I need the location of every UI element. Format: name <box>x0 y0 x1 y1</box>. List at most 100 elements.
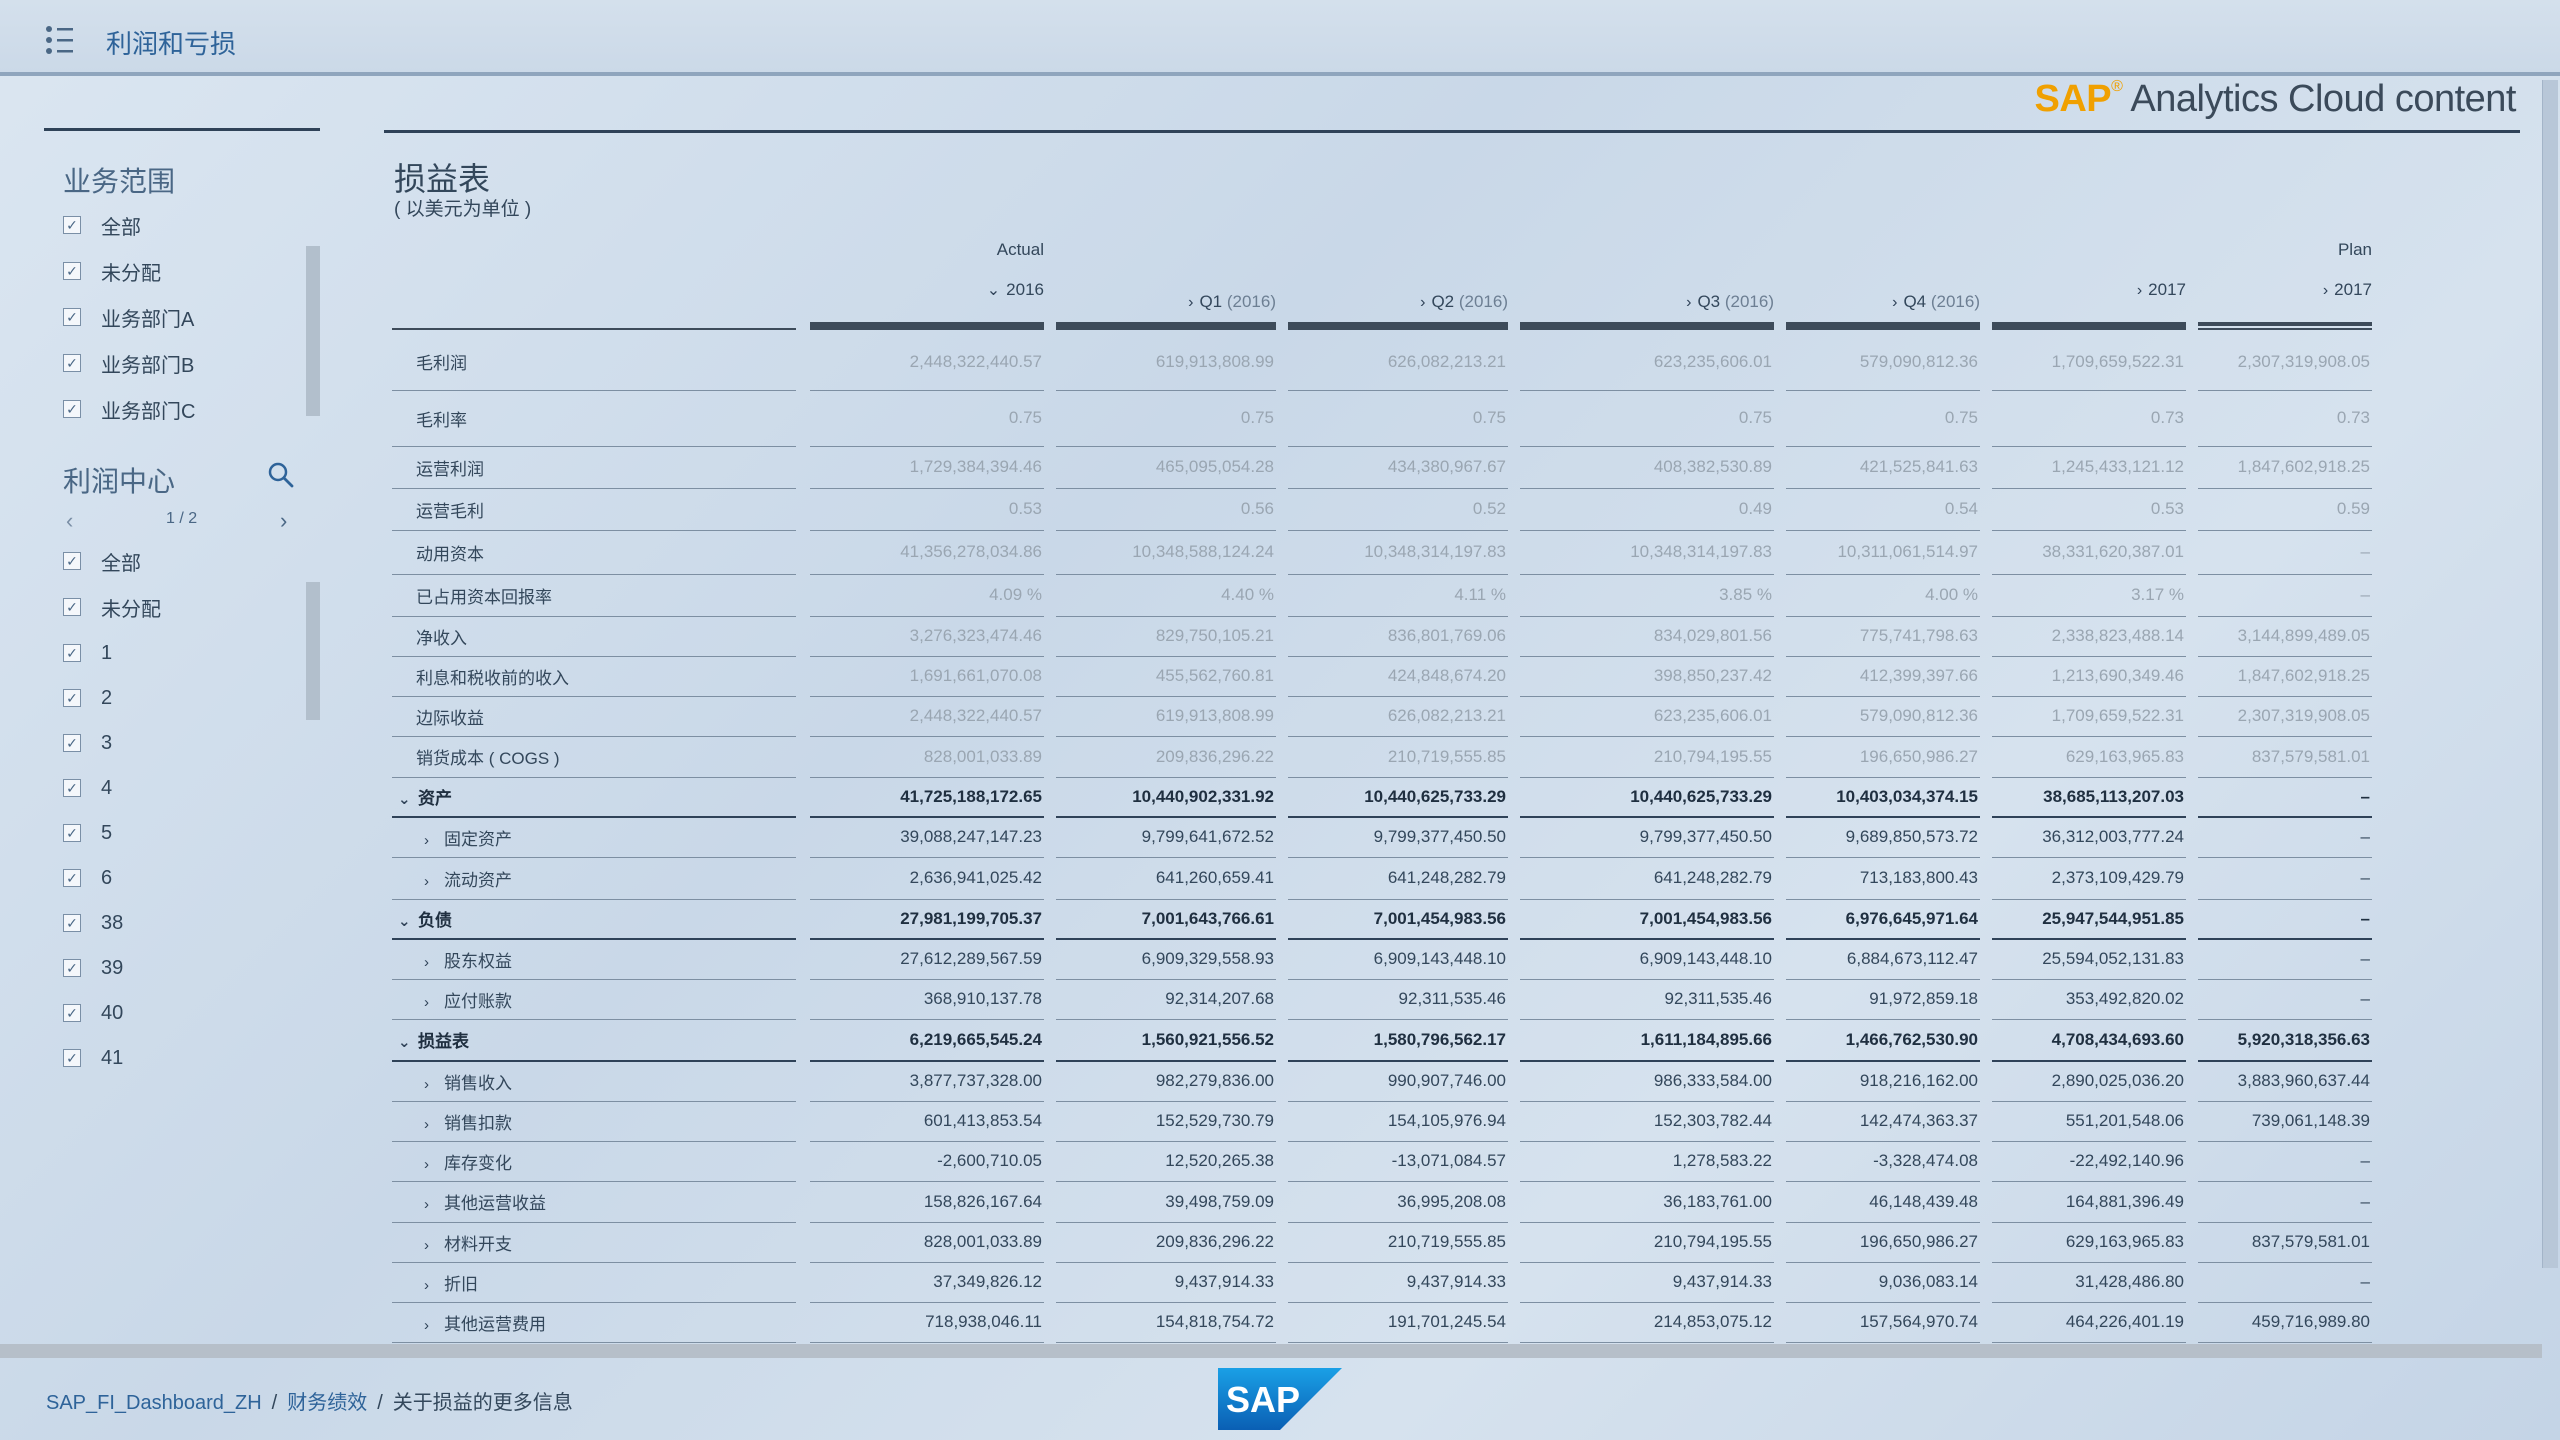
chevron-right-icon[interactable]: › <box>424 1317 444 1334</box>
column-header-q2-2016[interactable]: › Q2 (2016) <box>1288 292 1508 318</box>
search-icon[interactable] <box>266 460 296 490</box>
page-horizontal-scrollbar[interactable] <box>0 1344 2542 1358</box>
checkbox-checked-icon[interactable]: ✓ <box>63 308 81 326</box>
filter-item-label: 1 <box>101 641 113 664</box>
row-label-cell[interactable]: › 其他运营费用 <box>392 1302 796 1343</box>
chevron-right-icon[interactable]: › <box>1420 294 1425 311</box>
page-vertical-scrollbar[interactable] <box>2542 80 2558 1268</box>
profit-center-item-40[interactable]: ✓ 40 <box>63 998 123 1028</box>
checkbox-checked-icon[interactable]: ✓ <box>63 1004 81 1022</box>
row-label-cell[interactable]: › 材料开支 <box>392 1222 796 1263</box>
profit-center-item-38[interactable]: ✓ 38 <box>63 908 123 938</box>
checkbox-checked-icon[interactable]: ✓ <box>63 354 81 372</box>
chevron-right-icon[interactable]: › <box>424 1196 444 1213</box>
column-header-q4-2016[interactable]: › Q4 (2016) <box>1786 292 1980 318</box>
value-cell: 196,650,986.27 <box>1786 736 1980 778</box>
profit-center-item-41[interactable]: ✓ 41 <box>63 1043 123 1073</box>
checkbox-checked-icon[interactable]: ✓ <box>63 1049 81 1067</box>
row-label-cell[interactable]: ⌄ 负债 <box>392 899 796 940</box>
cell-gap <box>796 530 810 574</box>
row-label-cell[interactable]: ⌄ 损益表 <box>392 1019 796 1062</box>
breadcrumb-link-dashboard[interactable]: SAP_FI_Dashboard_ZH <box>46 1392 262 1414</box>
chevron-right-icon[interactable]: › <box>424 1237 444 1254</box>
business-scope-item-all[interactable]: ✓ 全部 <box>63 210 141 240</box>
business-scope-scrollbar[interactable] <box>306 246 320 416</box>
value-cell: 623,235,606.01 <box>1520 696 1774 737</box>
row-label-cell[interactable]: › 库存变化 <box>392 1141 796 1182</box>
value-cell: 353,492,820.02 <box>1992 979 2186 1020</box>
profit-center-item-4[interactable]: ✓ 4 <box>63 773 112 803</box>
row-label-cell[interactable]: › 应付账款 <box>392 979 796 1020</box>
checkbox-checked-icon[interactable]: ✓ <box>63 914 81 932</box>
chevron-right-icon[interactable]: › <box>1188 294 1193 311</box>
chevron-down-icon[interactable]: ⌄ <box>398 1033 418 1051</box>
chevron-right-icon[interactable]: › <box>424 873 444 890</box>
checkbox-checked-icon[interactable]: ✓ <box>63 734 81 752</box>
row-label-cell[interactable]: › 股东权益 <box>392 939 796 980</box>
profit-center-item-all[interactable]: ✓ 全部 <box>63 546 141 576</box>
row-label-cell[interactable]: › 其他运营收益 <box>392 1181 796 1223</box>
chevron-right-icon[interactable]: › <box>424 954 444 971</box>
checkbox-checked-icon[interactable]: ✓ <box>63 779 81 797</box>
checkbox-checked-icon[interactable]: ✓ <box>63 216 81 234</box>
checkbox-checked-icon[interactable]: ✓ <box>63 598 81 616</box>
menu-list-icon[interactable] <box>44 24 76 56</box>
column-header-2017-actual[interactable]: › 2017 <box>1992 280 2186 306</box>
chevron-right-icon[interactable]: › <box>1892 294 1897 311</box>
profit-center-item-3[interactable]: ✓ 3 <box>63 728 112 758</box>
value-cell: 0.75 <box>1288 390 1508 447</box>
chevron-right-icon[interactable]: › <box>424 832 444 849</box>
profit-center-item-unassigned[interactable]: ✓ 未分配 <box>63 592 161 622</box>
value-cell: 368,910,137.78 <box>810 979 1044 1020</box>
profit-center-item-6[interactable]: ✓ 6 <box>63 863 112 893</box>
profit-center-scrollbar[interactable] <box>306 582 320 720</box>
chevron-right-icon[interactable]: › <box>424 1156 444 1173</box>
value-cell: 0.53 <box>1992 488 2186 531</box>
chevron-right-icon[interactable]: › <box>424 1116 444 1133</box>
business-scope-item-unassigned[interactable]: ✓ 未分配 <box>63 256 161 286</box>
checkbox-checked-icon[interactable]: ✓ <box>63 262 81 280</box>
checkbox-checked-icon[interactable]: ✓ <box>63 869 81 887</box>
chevron-down-icon[interactable]: ⌄ <box>398 912 418 930</box>
profit-center-item-39[interactable]: ✓ 39 <box>63 953 123 983</box>
breadcrumb-link-performance[interactable]: 财务绩效 <box>287 1392 367 1414</box>
chevron-down-icon[interactable]: ⌄ <box>987 282 1000 299</box>
cell-gap <box>1774 1262 1786 1302</box>
cell-gap <box>1774 1302 1786 1342</box>
chevron-right-icon[interactable]: › <box>424 1277 444 1294</box>
chevron-right-icon[interactable]: › <box>2323 282 2328 299</box>
column-header-q3-2016[interactable]: › Q3 (2016) <box>1520 292 1774 318</box>
row-label-cell[interactable]: › 固定资产 <box>392 817 796 858</box>
row-label-cell[interactable]: › 销售收入 <box>392 1061 796 1102</box>
row-label-cell[interactable]: › 销售扣款 <box>392 1101 796 1142</box>
row-label-cell[interactable]: › 折旧 <box>392 1262 796 1303</box>
business-scope-item-b[interactable]: ✓ 业务部门B <box>63 348 194 378</box>
chevron-right-icon[interactable]: › <box>1686 294 1691 311</box>
cell-gap <box>1980 334 1992 390</box>
chevron-right-icon[interactable]: › <box>2137 282 2142 299</box>
checkbox-checked-icon[interactable]: ✓ <box>63 644 81 662</box>
chevron-right-icon[interactable]: › <box>280 508 287 534</box>
checkbox-checked-icon[interactable]: ✓ <box>63 552 81 570</box>
cell-gap <box>1980 656 1992 696</box>
business-scope-item-a[interactable]: ✓ 业务部门A <box>63 302 194 332</box>
profit-center-item-5[interactable]: ✓ 5 <box>63 818 112 848</box>
cell-gap <box>2186 390 2198 446</box>
business-scope-item-c[interactable]: ✓ 业务部门C <box>63 394 195 424</box>
row-label: 毛利润 <box>416 354 467 374</box>
chevron-down-icon[interactable]: ⌄ <box>398 790 418 808</box>
checkbox-checked-icon[interactable]: ✓ <box>63 689 81 707</box>
chevron-right-icon[interactable]: › <box>424 994 444 1011</box>
profit-center-item-1[interactable]: ✓ 1 <box>63 638 112 668</box>
checkbox-checked-icon[interactable]: ✓ <box>63 959 81 977</box>
column-header-2017-plan[interactable]: › 2017 <box>2198 280 2372 306</box>
chevron-left-icon[interactable]: ‹ <box>66 508 73 534</box>
row-label-cell[interactable]: › 流动资产 <box>392 857 796 900</box>
column-header-2016-actual[interactable]: ⌄ 2016 <box>810 280 1044 306</box>
profit-center-item-2[interactable]: ✓ 2 <box>63 683 112 713</box>
checkbox-checked-icon[interactable]: ✓ <box>63 400 81 418</box>
checkbox-checked-icon[interactable]: ✓ <box>63 824 81 842</box>
column-header-q1-2016[interactable]: › Q1 (2016) <box>1056 292 1276 318</box>
row-label-cell[interactable]: ⌄ 资产 <box>392 777 796 818</box>
chevron-right-icon[interactable]: › <box>424 1076 444 1093</box>
